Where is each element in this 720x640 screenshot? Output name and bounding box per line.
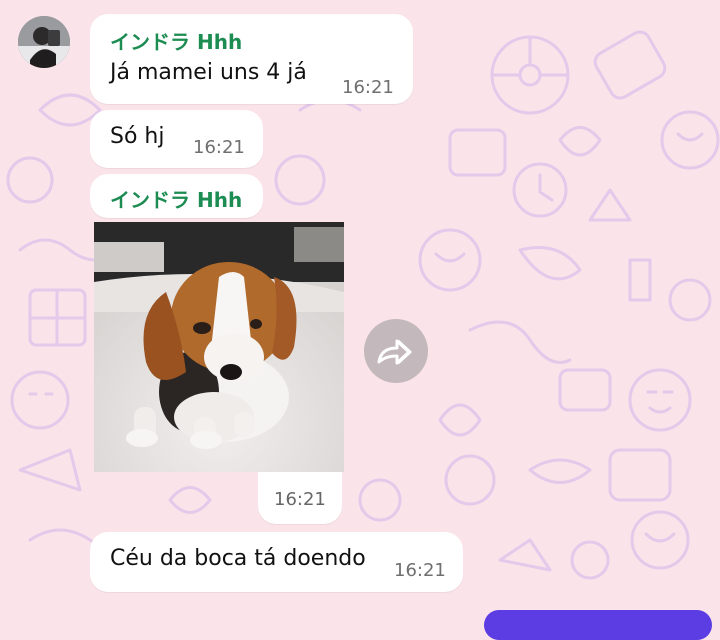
message-bubble-4[interactable]: Céu da boca tá doendo 16:21 [90, 532, 463, 592]
message-time: 16:21 [342, 77, 394, 98]
bottom-action-button[interactable] [484, 610, 712, 640]
forward-button[interactable] [364, 319, 428, 383]
sender-name[interactable]: インドラ Hhh [110, 26, 242, 55]
message-bubble-1[interactable]: インドラ Hhh Já mamei uns 4 já 16:21 [90, 14, 413, 104]
message-time: 16:21 [394, 560, 446, 581]
contact-avatar[interactable] [18, 16, 70, 68]
message-time: 16:21 [274, 489, 326, 510]
forward-icon [377, 339, 412, 365]
puppy-image [94, 222, 344, 472]
message-bubble-2[interactable]: Só hj 16:21 [90, 110, 263, 168]
message-text: Céu da boca tá doendo [110, 546, 366, 571]
photo-time-bubble: 16:21 [258, 472, 342, 524]
sender-name[interactable]: インドラ Hhh [110, 184, 242, 213]
message-time: 16:21 [193, 137, 245, 158]
avatar-photo [18, 16, 70, 68]
message-text: Já mamei uns 4 já [110, 60, 307, 85]
message-bubble-3-header[interactable]: インドラ Hhh [90, 174, 263, 218]
beagle-puppy-photo[interactable] [94, 222, 344, 472]
message-text: Só hj [110, 124, 165, 149]
